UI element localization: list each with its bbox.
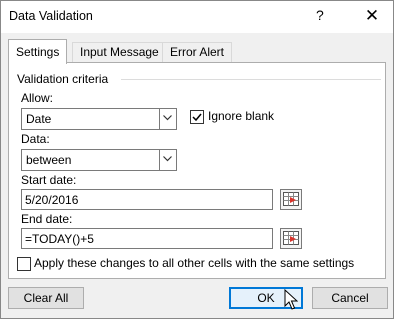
allow-label: Allow: — [21, 91, 54, 105]
apply-all-checkbox[interactable] — [17, 257, 31, 271]
clear-all-button[interactable]: Clear All — [8, 287, 84, 309]
apply-all-label: Apply these changes to all other cells w… — [34, 256, 355, 270]
start-date-input[interactable]: 5/20/2016 — [21, 189, 273, 210]
close-button[interactable]: ✕ — [360, 5, 384, 27]
data-value: between — [26, 153, 72, 167]
tab-input-message[interactable]: Input Message — [72, 42, 167, 63]
validation-criteria-heading: Validation criteria — [17, 72, 109, 86]
mouse-pointer-icon — [284, 289, 298, 310]
chevron-down-icon — [163, 115, 172, 121]
end-date-range-button[interactable] — [280, 228, 302, 249]
data-label: Data: — [21, 132, 50, 146]
allow-value: Date — [26, 112, 52, 126]
settings-panel: Validation criteria Allow: Date Ignore b… — [8, 62, 386, 279]
end-date-value: =TODAY()+5 — [25, 232, 94, 246]
data-dropdown-button[interactable] — [159, 150, 176, 170]
help-button[interactable]: ? — [316, 7, 324, 23]
allow-dropdown-button[interactable] — [159, 109, 176, 129]
group-divider — [121, 79, 381, 80]
tab-error-alert[interactable]: Error Alert — [162, 42, 233, 63]
checkmark-icon — [192, 113, 202, 122]
ignore-blank-label: Ignore blank — [208, 109, 275, 123]
end-date-input[interactable]: =TODAY()+5 — [21, 228, 273, 249]
tab-settings[interactable]: Settings — [8, 39, 68, 64]
data-dropdown[interactable]: between — [21, 149, 177, 171]
start-date-value: 5/20/2016 — [25, 193, 79, 207]
ignore-blank-checkbox[interactable] — [190, 110, 204, 124]
data-validation-dialog: Data Validation ? ✕ Settings Input Messa… — [0, 0, 394, 319]
range-selector-icon — [283, 192, 299, 206]
title-bar: Data Validation ? ✕ — [1, 1, 393, 33]
range-selector-icon — [283, 231, 299, 245]
cancel-button[interactable]: Cancel — [312, 287, 388, 309]
chevron-down-icon — [163, 156, 172, 162]
start-date-range-button[interactable] — [280, 189, 302, 210]
end-date-label: End date: — [21, 212, 73, 226]
window-title: Data Validation — [9, 9, 93, 23]
allow-dropdown[interactable]: Date — [21, 108, 177, 130]
start-date-label: Start date: — [21, 173, 77, 187]
